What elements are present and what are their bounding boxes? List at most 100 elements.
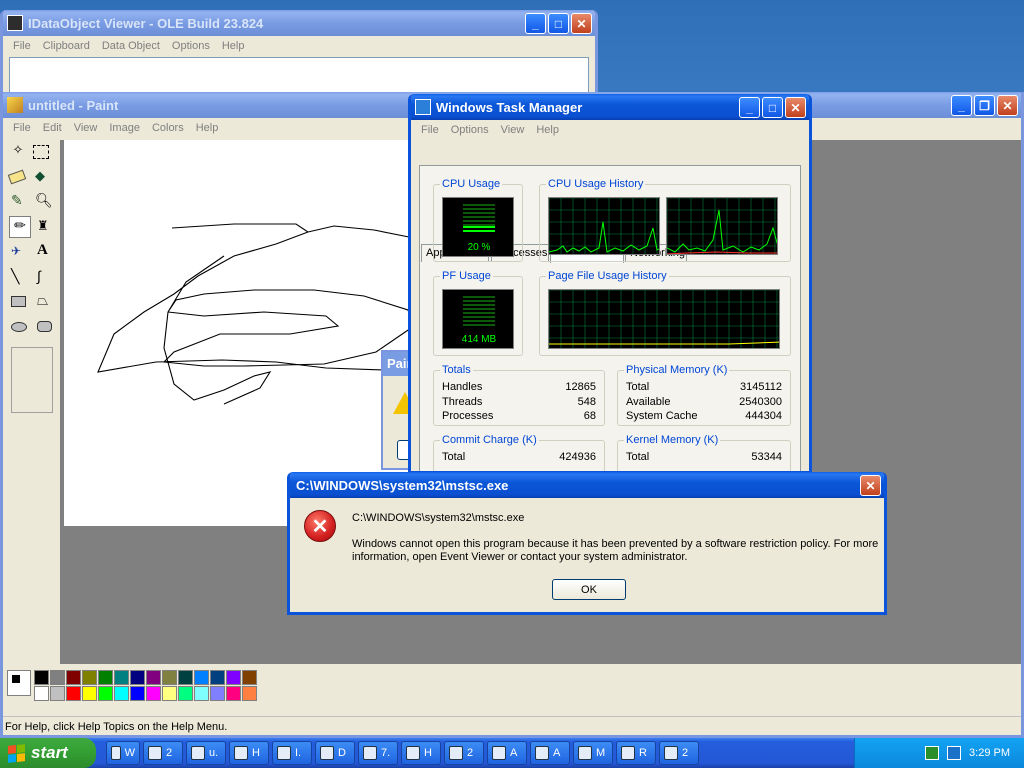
- eraser-tool[interactable]: [7, 169, 27, 185]
- palette-swatch-bottom-12[interactable]: [226, 686, 241, 701]
- palette-swatch-top-6[interactable]: [130, 670, 145, 685]
- palette-swatch-top-11[interactable]: [210, 670, 225, 685]
- free-select-tool[interactable]: ✧: [7, 142, 29, 164]
- maximize-button[interactable]: □: [548, 13, 569, 34]
- idata_viewer-menu-data-object[interactable]: Data Object: [96, 40, 166, 52]
- palette-swatch-bottom-1[interactable]: [50, 686, 65, 701]
- palette-swatch-bottom-11[interactable]: [210, 686, 225, 701]
- maximize-button[interactable]: □: [762, 97, 783, 118]
- palette-swatch-bottom-7[interactable]: [146, 686, 161, 701]
- ok-button[interactable]: OK: [552, 579, 626, 600]
- taskbar-button-4[interactable]: I.: [272, 741, 312, 765]
- taskbar-button-label: 2: [467, 747, 474, 759]
- idataobject-viewer-titlebar[interactable]: IDataObject Viewer - OLE Build 23.824 _ …: [3, 10, 595, 36]
- error-dialog-titlebar[interactable]: C:\WINDOWS\system32\mstsc.exe ✕: [290, 472, 884, 498]
- taskbar-button-0[interactable]: W: [106, 741, 140, 765]
- taskmgr-menu-help[interactable]: Help: [530, 124, 565, 136]
- pencil-tool[interactable]: ✏︎: [9, 216, 31, 238]
- line-tool[interactable]: ╲: [11, 268, 29, 284]
- palette-swatch-top-4[interactable]: [98, 670, 113, 685]
- curve-tool[interactable]: ∫: [37, 268, 53, 284]
- palette-swatch-bottom-2[interactable]: [66, 686, 81, 701]
- rounded-rect-tool[interactable]: [37, 321, 52, 332]
- airbrush-tool[interactable]: ✈︎: [11, 244, 29, 260]
- taskbar-button-8[interactable]: 2: [444, 741, 484, 765]
- taskbar-button-2[interactable]: u.: [186, 741, 226, 765]
- palette-swatch-top-0[interactable]: [34, 670, 49, 685]
- rectangle-tool[interactable]: [11, 296, 26, 307]
- tool-options-box[interactable]: [11, 347, 53, 413]
- taskbar-button-11[interactable]: M: [573, 741, 613, 765]
- taskbar-button-7[interactable]: H: [401, 741, 441, 765]
- palette-swatch-bottom-0[interactable]: [34, 686, 49, 701]
- palette-swatch-top-3[interactable]: [82, 670, 97, 685]
- taskbar-button-1[interactable]: 2: [143, 741, 183, 765]
- taskbar-button-6[interactable]: 7.: [358, 741, 398, 765]
- task-manager-titlebar[interactable]: Windows Task Manager _ □ ✕: [411, 94, 809, 120]
- taskbar-button-label: D: [338, 747, 346, 759]
- idataobject-viewer-window[interactable]: IDataObject Viewer - OLE Build 23.824 _ …: [0, 10, 598, 100]
- taskbar-button-10[interactable]: A: [530, 741, 570, 765]
- palette-swatch-bottom-8[interactable]: [162, 686, 177, 701]
- taskbar-button-12[interactable]: R: [616, 741, 656, 765]
- taskbar-button-13[interactable]: 2: [659, 741, 699, 765]
- palette-swatch-top-13[interactable]: [242, 670, 257, 685]
- palette-swatch-top-9[interactable]: [178, 670, 193, 685]
- close-button[interactable]: ✕: [571, 13, 592, 34]
- palette-swatch-top-12[interactable]: [226, 670, 241, 685]
- palette-swatch-bottom-10[interactable]: [194, 686, 209, 701]
- paint-menu-colors[interactable]: Colors: [146, 122, 190, 134]
- taskmgr-menu-options[interactable]: Options: [445, 124, 495, 136]
- idata_viewer-menu-help[interactable]: Help: [216, 40, 251, 52]
- ellipse-tool[interactable]: [11, 322, 27, 332]
- task-manager-window[interactable]: Windows Task Manager _ □ ✕ File Options Vi…: [408, 94, 812, 474]
- palette-swatch-bottom-13[interactable]: [242, 686, 257, 701]
- close-button[interactable]: ✕: [860, 475, 881, 496]
- idata_viewer-menu-options[interactable]: Options: [166, 40, 216, 52]
- taskbar-button-3[interactable]: H: [229, 741, 269, 765]
- text-tool[interactable]: A: [37, 242, 53, 260]
- restore-button[interactable]: ❐: [974, 95, 995, 116]
- palette-swatch-bottom-3[interactable]: [82, 686, 97, 701]
- idata_viewer-menu-clipboard[interactable]: Clipboard: [37, 40, 96, 52]
- paint-menu-help[interactable]: Help: [190, 122, 225, 134]
- minimize-button[interactable]: _: [951, 95, 972, 116]
- start-button[interactable]: start: [0, 738, 96, 768]
- close-button[interactable]: ✕: [997, 95, 1018, 116]
- error-dialog[interactable]: C:\WINDOWS\system32\mstsc.exe ✕ ✕ C:\WIN…: [287, 472, 887, 615]
- close-button[interactable]: ✕: [785, 97, 806, 118]
- palette-swatch-bottom-9[interactable]: [178, 686, 193, 701]
- minimize-button[interactable]: _: [525, 13, 546, 34]
- paint-menu-edit[interactable]: Edit: [37, 122, 68, 134]
- minimize-button[interactable]: _: [739, 97, 760, 118]
- current-colors[interactable]: [7, 670, 31, 696]
- palette-swatch-bottom-5[interactable]: [114, 686, 129, 701]
- palette-swatch-top-10[interactable]: [194, 670, 209, 685]
- palette-swatch-top-5[interactable]: [114, 670, 129, 685]
- tray-icon-network[interactable]: [925, 746, 940, 760]
- drawing-canvas[interactable]: [64, 140, 424, 526]
- palette-swatch-top-1[interactable]: [50, 670, 65, 685]
- taskmgr-menu-file[interactable]: File: [415, 124, 445, 136]
- brush-tool[interactable]: ♜: [37, 218, 53, 236]
- magnifier-tool[interactable]: 🔍︎: [35, 192, 53, 210]
- taskmgr-menu-view[interactable]: View: [495, 124, 531, 136]
- color-picker-tool[interactable]: ✎: [11, 192, 27, 210]
- tray-icon-volume[interactable]: [947, 746, 962, 760]
- paint-menu-view[interactable]: View: [68, 122, 104, 134]
- taskbar-button-9[interactable]: A: [487, 741, 527, 765]
- palette-swatch-bottom-6[interactable]: [130, 686, 145, 701]
- taskbar-button-5[interactable]: D: [315, 741, 355, 765]
- paint-menu-file[interactable]: File: [7, 122, 37, 134]
- polygon-tool[interactable]: ⏢: [37, 292, 53, 308]
- palette-swatch-bottom-4[interactable]: [98, 686, 113, 701]
- rect-select-tool[interactable]: [33, 145, 49, 159]
- idata_viewer-menu-file[interactable]: File: [7, 40, 37, 52]
- palette-swatch-top-7[interactable]: [146, 670, 161, 685]
- commit-charge-group: Commit Charge (K) Total 424936: [433, 434, 605, 471]
- palette-swatch-top-2[interactable]: [66, 670, 81, 685]
- app-icon: [7, 15, 23, 31]
- fill-bucket-tool[interactable]: ◆: [35, 168, 51, 184]
- palette-swatch-top-8[interactable]: [162, 670, 177, 685]
- paint-menu-image[interactable]: Image: [103, 122, 146, 134]
